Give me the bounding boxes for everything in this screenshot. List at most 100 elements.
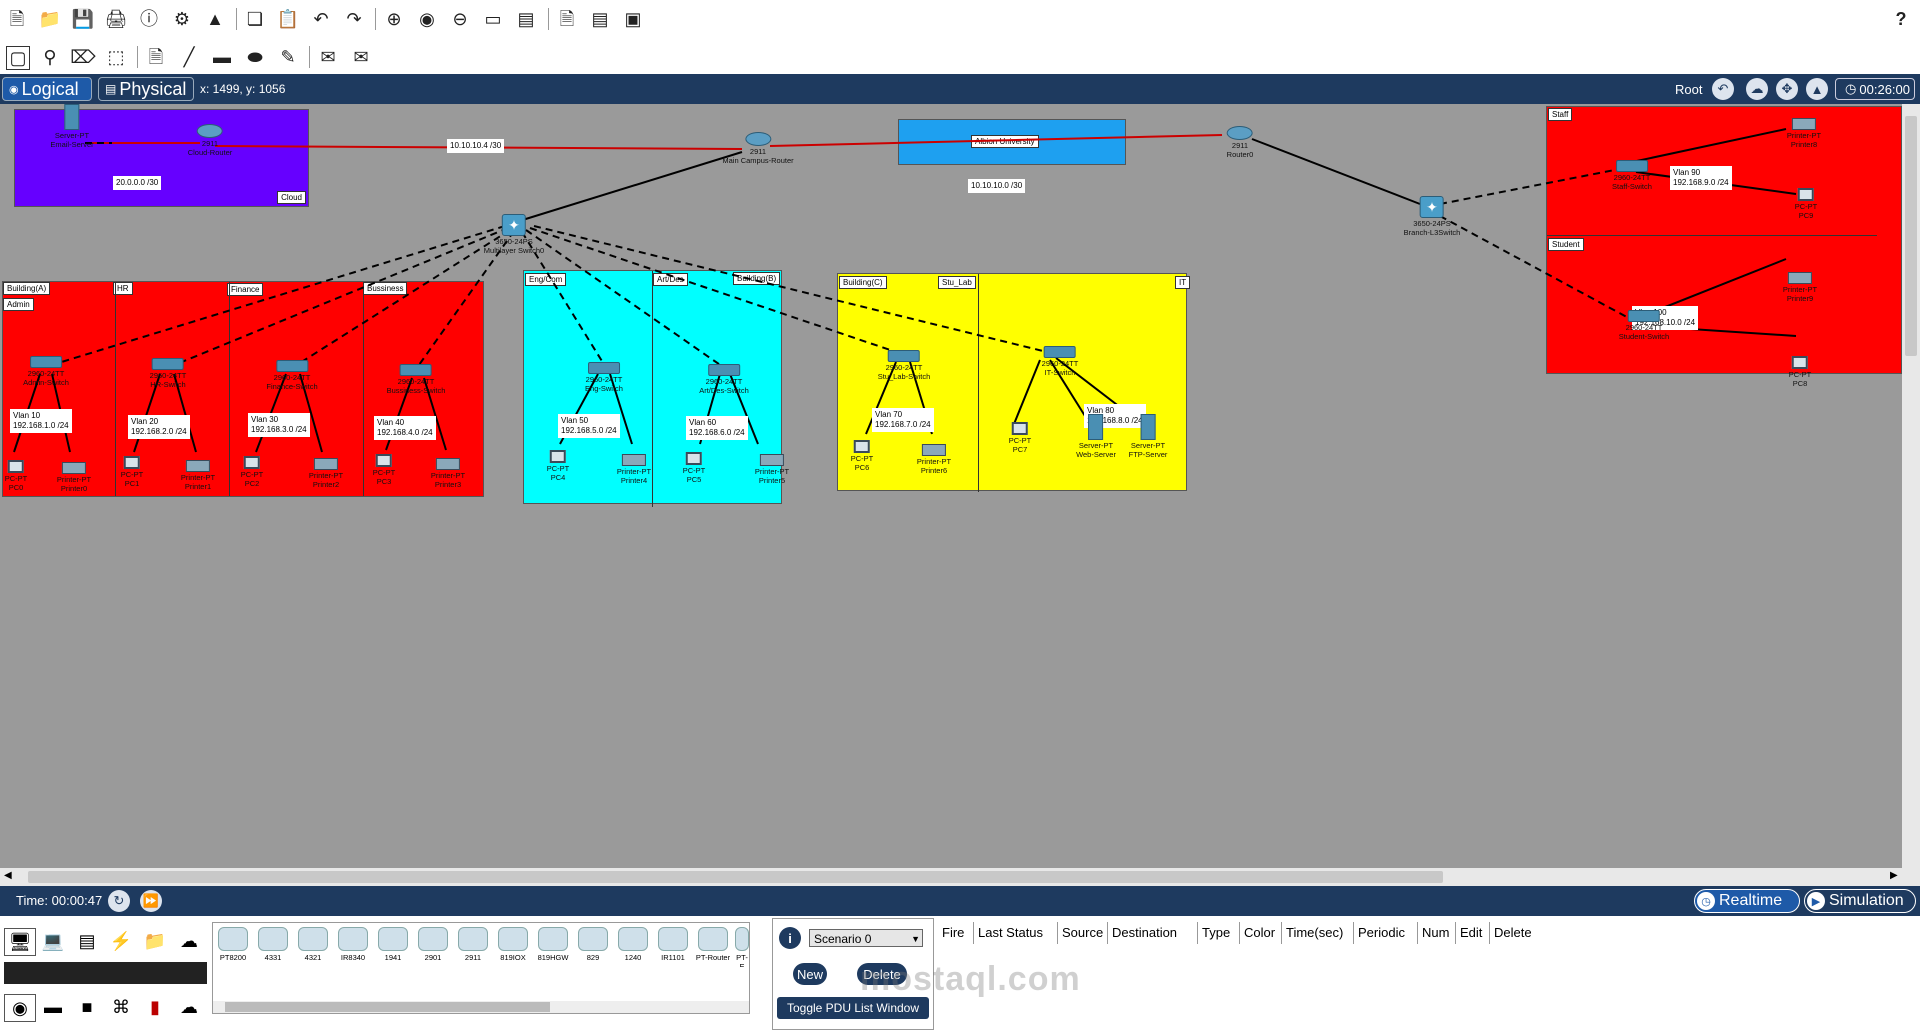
pc7[interactable]: PC-PT PC7 bbox=[1009, 422, 1031, 454]
zoom-out-icon[interactable]: ⊖ bbox=[449, 8, 471, 30]
device-item[interactable]: 1941 bbox=[375, 927, 411, 967]
paste-icon[interactable]: 📋 bbox=[277, 8, 299, 30]
multiuser-icon[interactable]: ☁ bbox=[174, 928, 204, 954]
printer6[interactable]: Printer-PT Printer6 bbox=[917, 444, 951, 475]
printer0[interactable]: Printer-PT Printer0 bbox=[57, 462, 91, 493]
copy-icon[interactable]: ❏ bbox=[244, 8, 266, 30]
help-icon[interactable]: ? bbox=[1890, 8, 1912, 30]
cloud-view-icon[interactable]: ☁ bbox=[1746, 78, 1768, 100]
printer4[interactable]: Printer-PT Printer4 bbox=[617, 454, 651, 485]
student-switch[interactable]: 2960-24TT Student-Switch bbox=[1619, 310, 1669, 341]
new-file-icon[interactable]: 🗎 bbox=[6, 8, 28, 30]
tab-physical[interactable]: ▤ Physical bbox=[98, 77, 194, 101]
wan-emulation-icon[interactable]: ☁ bbox=[174, 994, 204, 1020]
pc5[interactable]: PC-PT PC5 bbox=[683, 452, 705, 484]
pc6[interactable]: PC-PT PC6 bbox=[851, 440, 873, 472]
finance-switch[interactable]: 2960-24TT Finance-Switch bbox=[266, 360, 318, 391]
router0[interactable]: 2911 Router0 bbox=[1227, 126, 1253, 159]
device-item[interactable]: PT8200 bbox=[215, 927, 251, 967]
web-server[interactable]: Server-PT Web-Server bbox=[1076, 414, 1116, 459]
it-switch[interactable]: 2960-24TT IT-Switch bbox=[1042, 346, 1078, 377]
logical-workspace[interactable]: Cloud Albion University Building(A) Admi… bbox=[0, 104, 1902, 868]
info-icon[interactable]: ⓘ bbox=[138, 8, 160, 30]
activity-icon[interactable]: ▲ bbox=[204, 8, 226, 30]
zoom-in-icon[interactable]: ⊕ bbox=[383, 8, 405, 30]
line-tool-icon[interactable]: ╱ bbox=[178, 46, 200, 68]
note-tool-icon[interactable]: 🗎 bbox=[145, 46, 167, 68]
notes-icon[interactable]: 🗎 bbox=[556, 8, 578, 30]
complex-pdu-icon[interactable]: ✉ bbox=[350, 46, 372, 68]
vertical-scrollbar[interactable] bbox=[1902, 104, 1920, 868]
network-devices-icon[interactable]: 🖥 bbox=[4, 928, 36, 956]
pc2[interactable]: PC-PT PC2 bbox=[241, 456, 263, 488]
fast-forward-icon[interactable]: ⏩ bbox=[140, 890, 162, 912]
background-icon[interactable]: ▲ bbox=[1806, 78, 1828, 100]
ellipse-tool-icon[interactable]: ⬬ bbox=[244, 46, 266, 68]
pc8[interactable]: PC-PT PC8 bbox=[1789, 356, 1811, 388]
palette-icon[interactable]: ▤ bbox=[515, 8, 537, 30]
device-item[interactable]: 829 bbox=[575, 927, 611, 967]
hr-switch[interactable]: 2960-24TT HR-Switch bbox=[150, 358, 186, 389]
horizontal-scrollbar[interactable]: ◀ ▶ bbox=[0, 868, 1920, 886]
staff-switch[interactable]: 2960-24TT Staff-Switch bbox=[1612, 160, 1652, 191]
printer9[interactable]: Printer-PT Printer9 bbox=[1783, 272, 1817, 303]
select-tool-icon[interactable]: ▢ bbox=[6, 46, 30, 70]
save-icon[interactable]: 💾 bbox=[72, 8, 94, 30]
device-list-scrollbar[interactable] bbox=[213, 1001, 749, 1013]
branch-l3switch[interactable]: ✦ 3650-24PS Branch-L3Switch bbox=[1404, 196, 1460, 237]
eng-switch[interactable]: 2960-24TT Eng-Switch bbox=[585, 362, 623, 393]
printer2[interactable]: Printer-PT Printer2 bbox=[309, 458, 343, 489]
scroll-thumb[interactable] bbox=[225, 1002, 550, 1012]
printer5[interactable]: Printer-PT Printer5 bbox=[755, 454, 789, 485]
info-icon[interactable]: i bbox=[779, 927, 801, 949]
scroll-thumb[interactable] bbox=[1905, 116, 1917, 356]
undo-icon[interactable]: ↶ bbox=[310, 8, 332, 30]
wizard-icon[interactable]: ⚙ bbox=[171, 8, 193, 30]
new-scenario-button[interactable]: New bbox=[793, 963, 827, 985]
toggle-pdu-list-button[interactable]: Toggle PDU List Window bbox=[777, 997, 929, 1019]
back-icon[interactable]: ↶ bbox=[1712, 78, 1734, 100]
simple-pdu-icon[interactable]: ✉ bbox=[317, 46, 339, 68]
pc9[interactable]: PC-PT PC9 bbox=[1795, 188, 1817, 220]
tab-logical[interactable]: ◉ Logical bbox=[2, 77, 92, 101]
zoom-reset-icon[interactable]: ◉ bbox=[416, 8, 438, 30]
device-item[interactable]: 2911 bbox=[455, 927, 491, 967]
scroll-left-icon[interactable]: ◀ bbox=[4, 870, 12, 881]
device-item[interactable]: IR8340 bbox=[335, 927, 371, 967]
routers-icon[interactable]: ◉ bbox=[4, 994, 36, 1022]
device-item[interactable]: 819HGW bbox=[535, 927, 571, 967]
resize-tool-icon[interactable]: ⬚ bbox=[105, 46, 127, 68]
rectangle-tool-icon[interactable]: ▬ bbox=[211, 46, 233, 68]
device-item[interactable]: PT-E bbox=[735, 927, 749, 967]
pc3[interactable]: PC-PT PC3 bbox=[373, 454, 395, 486]
scenario-select[interactable]: Scenario 0 ▼ bbox=[809, 929, 923, 947]
pc1[interactable]: PC-PT PC1 bbox=[121, 456, 143, 488]
rectangle-view-icon[interactable]: ▭ bbox=[482, 8, 504, 30]
multilayer-switch0[interactable]: ✦ 3650-24PS Multilayer Switch0 bbox=[484, 214, 544, 255]
print-icon[interactable]: 🖨 bbox=[105, 8, 128, 30]
misc-icon[interactable]: 📁 bbox=[140, 928, 170, 954]
end-devices-icon[interactable]: 💻 bbox=[38, 928, 68, 954]
admin-switch[interactable]: 2960-24TT Admin-Switch bbox=[23, 356, 69, 387]
cluster-icon[interactable]: ▤ bbox=[589, 8, 611, 30]
hubs-icon[interactable]: ■ bbox=[72, 994, 102, 1020]
business-switch[interactable]: 2960-24TT Bussiness-Switch bbox=[387, 364, 445, 395]
pc4[interactable]: PC-PT PC4 bbox=[547, 450, 569, 482]
device-item[interactable]: 1240 bbox=[615, 927, 651, 967]
redo-icon[interactable]: ↷ bbox=[343, 8, 365, 30]
simulation-button[interactable]: ▶ Simulation bbox=[1804, 889, 1916, 913]
main-campus-router[interactable]: 2911 Main Campus-Router bbox=[722, 132, 794, 165]
freeform-tool-icon[interactable]: ✎ bbox=[277, 46, 299, 68]
device-item[interactable]: 819IOX bbox=[495, 927, 531, 967]
open-folder-icon[interactable]: 📁 bbox=[39, 8, 61, 30]
device-item[interactable]: IR1101 bbox=[655, 927, 691, 967]
scroll-thumb[interactable] bbox=[28, 871, 1443, 883]
switches-icon[interactable]: ▬ bbox=[38, 994, 68, 1020]
device-item[interactable]: 4321 bbox=[295, 927, 331, 967]
security-icon[interactable]: ▮ bbox=[140, 994, 170, 1020]
viewport-icon[interactable]: ▣ bbox=[622, 8, 644, 30]
email-server[interactable]: Server-PT Email-Server bbox=[50, 104, 94, 149]
scroll-right-icon[interactable]: ▶ bbox=[1890, 870, 1898, 881]
printer8[interactable]: Printer-PT Printer8 bbox=[1787, 118, 1821, 149]
components-icon[interactable]: ▤ bbox=[72, 928, 102, 954]
